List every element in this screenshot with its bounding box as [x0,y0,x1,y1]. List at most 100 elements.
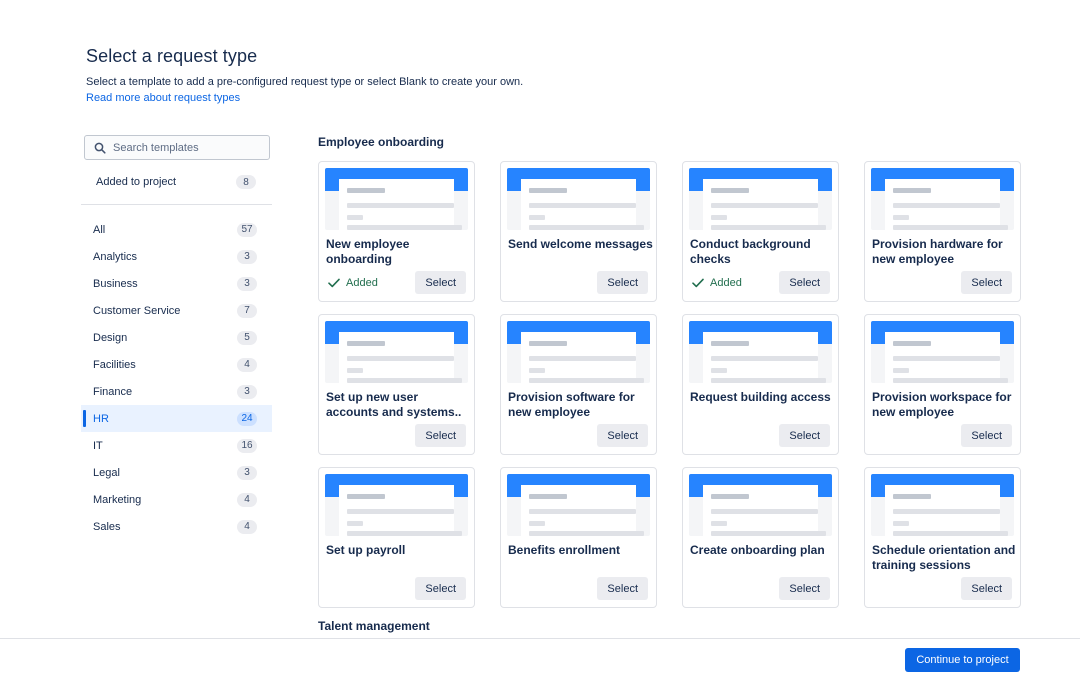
page-title: Select a request type [86,46,258,66]
check-icon [328,278,340,288]
sidebar-item-count: 24 [237,411,257,426]
select-button[interactable]: Select [597,271,648,294]
sidebar-item-all[interactable]: All 57 [81,216,272,243]
sidebar-item-label: HR [93,412,109,425]
section-title-employee-onboarding: Employee onboarding [318,135,445,149]
template-card[interactable]: Request building access Select [682,314,839,455]
sidebar-item-count: 7 [237,303,257,318]
sidebar-item-count: 3 [237,384,257,399]
added-to-project-label: Added to project [96,176,177,188]
sidebar-item-facilities[interactable]: Facilities 4 [81,351,272,378]
select-button[interactable]: Select [415,271,466,294]
sidebar-item-count: 5 [237,330,257,345]
select-button[interactable]: Select [779,271,830,294]
select-button[interactable]: Select [961,424,1012,447]
sidebar-item-label: Marketing [93,493,142,506]
select-button[interactable]: Select [597,577,648,600]
template-card[interactable]: Provision software for new employee Selec… [500,314,657,455]
read-more-link[interactable]: Read more about request types [86,92,240,104]
template-title: Set up new user accounts and systems.. [326,390,462,419]
category-list: All 57 Analytics 3 Business 3 Customer Service… [81,216,272,540]
section-title-talent-management: Talent management [318,619,430,633]
sidebar-item-design[interactable]: Design 5 [81,324,272,351]
template-title: Schedule orientation and training sessio… [872,543,1016,572]
template-preview-image [507,168,650,230]
sidebar-item-count: 16 [237,438,257,453]
template-preview-image [871,168,1014,230]
sidebar-item-count: 3 [237,276,257,291]
template-title: New employee onboarding [326,237,410,266]
sidebar-item-sales[interactable]: Sales 4 [81,513,272,540]
sidebar-item-count: 3 [237,249,257,264]
template-preview-image [689,168,832,230]
select-button[interactable]: Select [597,424,648,447]
template-card[interactable]: New employee onboarding Added Select [318,161,475,302]
page-subtitle: Select a template to add a pre-configure… [86,76,524,88]
sidebar-item-label: Analytics [93,250,138,263]
added-to-project-count: 8 [236,175,256,189]
added-label: Added [710,277,742,289]
template-card[interactable]: Benefits enrollment Select [500,467,657,608]
added-status: Added [692,277,742,289]
template-preview-image [507,321,650,383]
template-title: Request building access [690,390,831,404]
template-card[interactable]: Send welcome messages Select [500,161,657,302]
sidebar-item-business[interactable]: Business 3 [81,270,272,297]
template-grid: New employee onboarding Added Select Send w… [318,161,1021,608]
added-to-project-filter[interactable]: Added to project 8 [84,170,270,194]
check-icon [692,278,704,288]
added-status: Added [328,277,378,289]
template-preview-image [871,474,1014,536]
select-button[interactable]: Select [415,577,466,600]
sidebar-item-label: IT [93,439,103,452]
template-preview-image [871,321,1014,383]
sidebar-item-customer-service[interactable]: Customer Service 7 [81,297,272,324]
select-button[interactable]: Select [961,271,1012,294]
sidebar-item-count: 4 [237,357,257,372]
select-button[interactable]: Select [779,424,830,447]
search-templates-field[interactable] [84,135,270,160]
sidebar-item-finance[interactable]: Finance 3 [81,378,272,405]
sidebar-item-count: 3 [237,465,257,480]
template-preview-image [325,474,468,536]
template-preview-image [325,321,468,383]
template-card[interactable]: Provision hardware for new employee Selec… [864,161,1021,302]
template-title: Create onboarding plan [690,543,825,557]
select-button[interactable]: Select [779,577,830,600]
template-title: Set up payroll [326,543,406,557]
template-title: Provision software for new employee [508,390,635,419]
template-title: Provision hardware for new employee [872,237,1003,266]
sidebar-item-label: Finance [93,385,133,398]
select-button[interactable]: Select [961,577,1012,600]
search-input[interactable] [113,141,263,154]
search-icon [94,142,106,154]
template-card[interactable]: Set up new user accounts and systems.. Se… [318,314,475,455]
select-button[interactable]: Select [415,424,466,447]
template-card[interactable]: Schedule orientation and training sessio… [864,467,1021,608]
sidebar-item-it[interactable]: IT 16 [81,432,272,459]
sidebar-divider [81,204,272,205]
sidebar-item-marketing[interactable]: Marketing 4 [81,486,272,513]
template-card[interactable]: Conduct background checks Added Select [682,161,839,302]
sidebar-item-label: Facilities [93,358,136,371]
template-preview-image [325,168,468,230]
template-preview-image [507,474,650,536]
template-preview-image [689,321,832,383]
sidebar-item-label: Business [93,277,138,290]
template-title: Benefits enrollment [508,543,621,557]
template-card[interactable]: Create onboarding plan Select [682,467,839,608]
template-title: Provision workspace for new employee [872,390,1012,419]
sidebar-item-label: Customer Service [93,304,181,317]
template-card[interactable]: Set up payroll Select [318,467,475,608]
sidebar-item-label: All [93,223,106,236]
template-preview-image [689,474,832,536]
sidebar-item-count: 4 [237,519,257,534]
sidebar-item-count: 57 [237,222,257,237]
template-title: Send welcome messages [508,237,653,251]
sidebar-item-analytics[interactable]: Analytics 3 [81,243,272,270]
added-label: Added [346,277,378,289]
sidebar-item-legal[interactable]: Legal 3 [81,459,272,486]
sidebar-item-hr[interactable]: HR 24 [81,405,272,432]
template-card[interactable]: Provision workspace for new employee Sele… [864,314,1021,455]
continue-to-project-button[interactable]: Continue to project [905,648,1020,672]
